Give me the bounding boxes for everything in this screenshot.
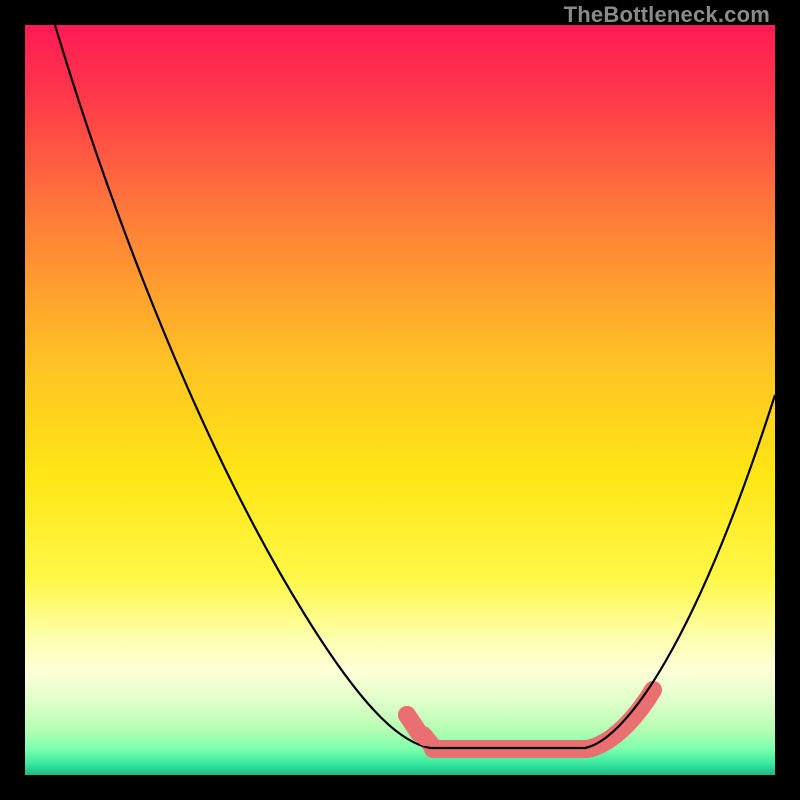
chart-svg [25,25,775,775]
highlight-dot [416,728,434,746]
chart-frame: TheBottleneck.com [0,0,800,800]
highlight-dot [398,706,416,724]
plot-area [25,25,775,775]
gradient-background [25,25,775,775]
